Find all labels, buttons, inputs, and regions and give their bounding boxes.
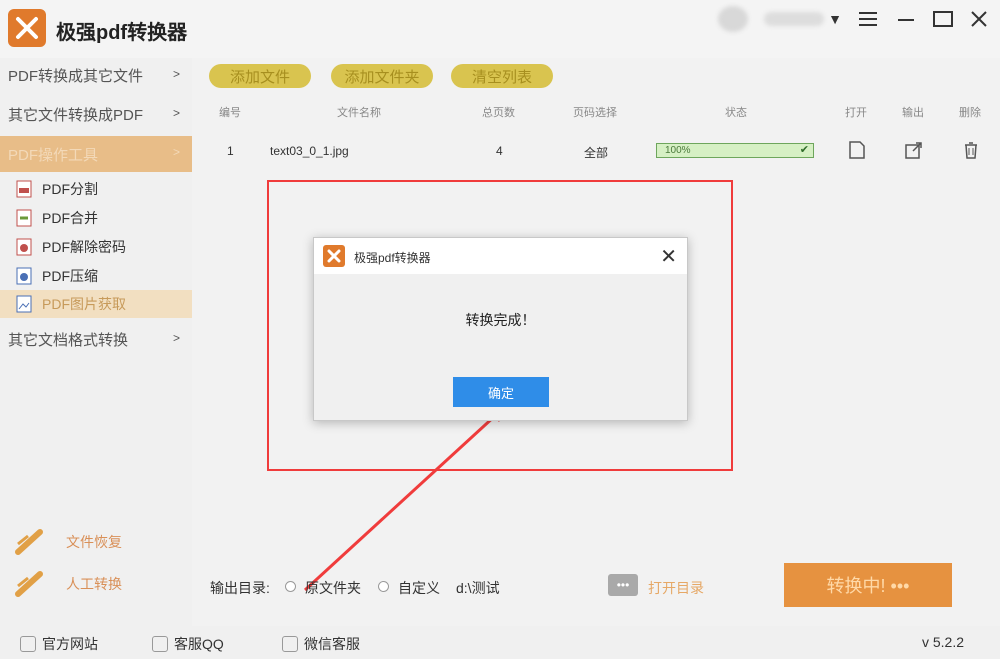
footer: 官方网站 客服QQ 微信客服 v 5.2.2: [0, 626, 1000, 659]
open-file-icon[interactable]: [848, 141, 866, 162]
delete-icon[interactable]: [963, 141, 979, 162]
sidebar-item-pdf-compress[interactable]: PDF压缩: [0, 262, 192, 290]
close-icon[interactable]: [964, 6, 994, 32]
sidebar-item-pdf-split[interactable]: PDF分割: [0, 175, 192, 203]
row-file-name: text03_0_1.jpg: [270, 144, 349, 158]
sidebar-group-label: 其它文件转换成PDF: [8, 106, 144, 124]
more-icon[interactable]: •••: [608, 574, 638, 596]
maximize-icon[interactable]: [928, 6, 958, 32]
open-directory-link[interactable]: 打开目录: [648, 578, 704, 598]
wechat-service-link[interactable]: 微信客服: [282, 634, 360, 654]
sidebar-group-other-to-pdf[interactable]: 其它文件转换成PDF >: [0, 97, 192, 131]
user-name-blurred: [764, 12, 824, 26]
sidebar-group-label: 其它文档格式转换: [8, 331, 129, 349]
official-site-label: 官方网站: [42, 636, 98, 652]
pdf-compress-icon: [14, 266, 34, 286]
wechat-service-label: 微信客服: [304, 636, 360, 652]
add-file-button[interactable]: 添加文件: [209, 64, 311, 88]
table-row[interactable]: 1 text03_0_1.jpg 4 全部 100% ✔: [192, 136, 1000, 166]
sidebar-group-pdf-tools[interactable]: PDF操作工具 >: [0, 136, 192, 172]
dropdown-icon[interactable]: ▼: [820, 6, 850, 32]
dialog-title: 极强pdf转换器: [354, 251, 431, 265]
app-logo-icon: [323, 245, 345, 267]
manual-conversion-label: 人工转换: [66, 576, 122, 592]
column-header: 总页数: [482, 107, 515, 119]
sidebar-item-label: PDF解除密码: [42, 239, 126, 255]
table-header: 编号 文件名称 总页数 页码选择 状态 打开 输出 删除: [192, 104, 1000, 126]
pen-icon: [14, 570, 46, 598]
sidebar-item-pdf-image-extract[interactable]: PDF图片获取: [0, 290, 192, 318]
sidebar-item-pdf-unlock[interactable]: PDF解除密码: [0, 233, 192, 261]
pdf-image-icon: [14, 294, 34, 314]
sidebar-item-label: PDF图片获取: [42, 296, 126, 312]
chevron-right-icon: >: [172, 106, 180, 120]
app-title: 极强pdf转换器: [56, 22, 188, 44]
sidebar-item-label: PDF合并: [42, 210, 98, 226]
pen-icon: [14, 528, 46, 556]
sidebar-group-label: PDF转换成其它文件: [8, 67, 144, 85]
app-logo-icon: [8, 9, 46, 47]
column-header: 文件名称: [337, 107, 381, 119]
ok-button[interactable]: 确定: [453, 377, 549, 407]
wechat-icon: [282, 636, 298, 652]
sidebar-group-label: PDF操作工具: [8, 146, 99, 164]
chevron-right-icon: >: [172, 331, 180, 345]
pdf-file-icon: [14, 179, 34, 199]
sidebar-group-pdf-to-other[interactable]: PDF转换成其它文件 >: [0, 58, 192, 92]
column-header: 输出: [902, 107, 924, 119]
official-site-link[interactable]: 官方网站: [20, 634, 98, 654]
minimize-icon[interactable]: [891, 6, 921, 32]
column-header: 删除: [959, 107, 981, 119]
column-header: 打开: [845, 107, 867, 119]
row-index: 1: [227, 144, 234, 158]
chevron-right-icon: >: [172, 67, 180, 81]
option-custom[interactable]: 自定义: [398, 578, 440, 598]
service-qq-link[interactable]: 客服QQ: [152, 634, 224, 654]
sidebar-item-pdf-merge[interactable]: PDF合并: [0, 204, 192, 232]
sidebar-group-other-formats[interactable]: 其它文档格式转换 >: [0, 322, 192, 356]
chevron-down-icon: >: [172, 145, 180, 159]
sidebar-item-label: PDF分割: [42, 181, 98, 197]
title-bar: 极强pdf转换器 ▼: [0, 0, 1000, 58]
row-progress-bar: 100% ✔: [656, 143, 814, 158]
row-page-range[interactable]: 全部: [584, 144, 608, 161]
add-folder-button[interactable]: 添加文件夹: [331, 64, 433, 88]
qq-icon: [152, 636, 168, 652]
radio-custom[interactable]: [378, 581, 389, 592]
pdf-merge-icon: [14, 208, 34, 228]
export-icon[interactable]: [905, 141, 923, 162]
output-path: d:\测试: [456, 580, 500, 596]
radio-source-folder[interactable]: [285, 581, 296, 592]
column-header: 页码选择: [573, 107, 617, 119]
sidebar-item-label: PDF压缩: [42, 268, 98, 284]
toolbar: 添加文件 添加文件夹 清空列表: [192, 58, 1000, 96]
column-header: 状态: [725, 107, 747, 119]
progress-label: 100%: [665, 145, 691, 156]
column-header: 编号: [219, 107, 241, 119]
home-icon: [20, 636, 36, 652]
check-icon: ✔: [799, 144, 809, 156]
row-page-count: 4: [496, 144, 503, 158]
sidebar: PDF转换成其它文件 > 其它文件转换成PDF > PDF操作工具 > PDF分…: [0, 58, 192, 626]
user-account[interactable]: [718, 4, 828, 34]
avatar: [718, 6, 748, 32]
dialog-message: 转换完成！: [465, 312, 536, 328]
file-recovery-link[interactable]: 文件恢复: [0, 522, 192, 562]
file-recovery-label: 文件恢复: [66, 534, 122, 550]
pdf-unlock-icon: [14, 237, 34, 257]
version-label: v 5.2.2: [921, 634, 964, 650]
convert-button[interactable]: 转换中! •••: [784, 563, 952, 607]
conversion-complete-dialog: 极强pdf转换器 ✕ 转换完成！ 确定: [313, 237, 688, 421]
dialog-close-icon[interactable]: ✕: [660, 244, 677, 269]
menu-icon[interactable]: [853, 6, 883, 32]
service-qq-label: 客服QQ: [174, 636, 224, 652]
dialog-header: 极强pdf转换器 ✕: [314, 238, 687, 274]
option-source-folder[interactable]: 原文件夹: [305, 578, 361, 598]
manual-conversion-link[interactable]: 人工转换: [0, 564, 192, 604]
clear-list-button[interactable]: 清空列表: [451, 64, 553, 88]
output-dir-label: 输出目录:: [210, 580, 270, 596]
